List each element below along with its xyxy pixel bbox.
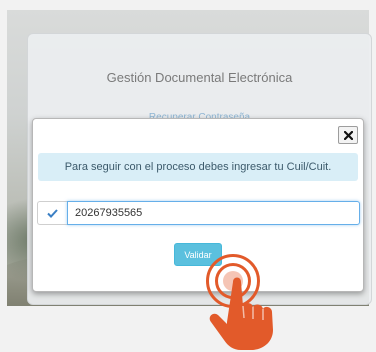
checkmark-icon: [47, 208, 58, 218]
pointing-hand-icon: [209, 277, 273, 350]
close-icon: [343, 130, 353, 140]
input-addon: [37, 201, 67, 225]
cuit-input[interactable]: [67, 201, 360, 225]
close-button[interactable]: [338, 126, 358, 144]
app-title: Gestión Documental Electrónica: [106, 70, 293, 85]
cuit-input-group: [37, 201, 360, 225]
cuit-modal: Para seguir con el proceso debes ingresa…: [32, 118, 364, 292]
screen: Gestión Documental Electrónica Recuperar…: [0, 0, 376, 352]
info-message: Para seguir con el proceso debes ingresa…: [38, 153, 358, 181]
